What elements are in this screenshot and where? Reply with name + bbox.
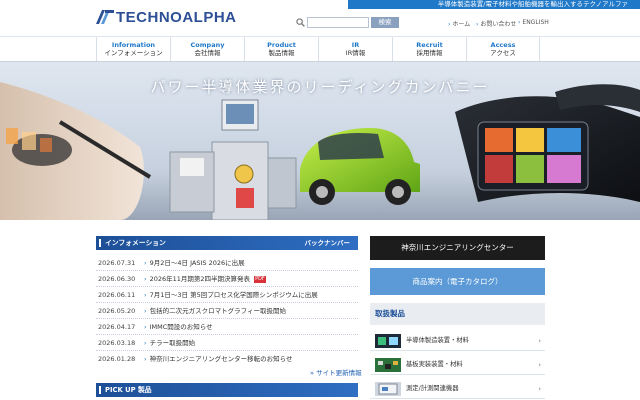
nav-jp-label: IR情報 bbox=[345, 49, 366, 57]
nav-en-label: IR bbox=[351, 41, 360, 49]
news-title[interactable]: 7月1日～3日 第5回プロセス化学国際シンポジウムに出展 bbox=[144, 287, 318, 303]
product-item-semiconductor[interactable]: 半導体製造装置・材料 › bbox=[370, 331, 545, 351]
measurement-thumbnail bbox=[375, 382, 401, 396]
double-chevron-icon: » bbox=[310, 369, 314, 377]
chevron-right-icon: › bbox=[538, 337, 541, 345]
nav-jp-label: 採用情報 bbox=[416, 49, 443, 57]
site-update-label: サイト更新情報 bbox=[316, 369, 362, 377]
news-title[interactable]: 神奈川エンジニアリングセンター移転のお知らせ bbox=[144, 351, 293, 367]
pickup-heading: PICK UP 製品 bbox=[96, 383, 358, 397]
nav-en-label: Access bbox=[490, 41, 516, 49]
nav-en-label: Company bbox=[190, 41, 225, 49]
product-item-measurement[interactable]: 測定/計測関連機器 › bbox=[370, 379, 545, 399]
nav-en-label: Information bbox=[111, 41, 156, 49]
pdf-badge: PDF bbox=[254, 275, 266, 283]
nav-jp-label: インフォメーション bbox=[104, 49, 163, 57]
news-date: 2026.06.30 bbox=[98, 275, 136, 283]
nav-en-label: Product bbox=[267, 41, 296, 49]
nav-recruit[interactable]: Recruit 採用情報 bbox=[392, 37, 466, 61]
catalog-button[interactable]: 商品案内（電子カタログ） bbox=[370, 268, 545, 295]
semiconductor-thumbnail bbox=[375, 334, 401, 348]
news-title[interactable]: チラー取扱開始 bbox=[144, 335, 196, 351]
news-date: 2026.04.17 bbox=[98, 323, 136, 331]
global-nav: Information インフォメーション Company 会社情報 Produ… bbox=[0, 36, 640, 62]
news-item[interactable]: 2026.06.30 2026年11月期第2四半期決算発表PDF bbox=[96, 271, 358, 287]
pickup-heading-label: PICK UP 製品 bbox=[105, 386, 152, 394]
news-title[interactable]: 9月2日～4日 JASIS 2026に出展 bbox=[144, 255, 245, 271]
home-link[interactable]: ホーム bbox=[448, 19, 470, 28]
chevron-right-icon: › bbox=[538, 385, 541, 393]
info-heading-label: インフォメーション bbox=[105, 239, 166, 247]
search-input[interactable] bbox=[307, 17, 369, 28]
search-icon bbox=[296, 18, 305, 27]
news-date: 2026.01.28 bbox=[98, 355, 136, 363]
nav-jp-label: アクセス bbox=[490, 49, 516, 57]
news-item[interactable]: 2026.05.20 包括的二次元ガスクロマトグラフィー取扱開始 bbox=[96, 303, 358, 319]
smt-thumbnail bbox=[375, 358, 401, 372]
header-tagline: 半導体製造装置/電子材料や船舶機器を輸出入するテクノアルファ bbox=[348, 0, 640, 9]
english-link[interactable]: ENGLISH bbox=[518, 19, 548, 26]
hero-banner: パワー半導体業界のリーディングカンパニー bbox=[0, 62, 640, 220]
site-logo[interactable]: TECHNOALPHA bbox=[96, 8, 237, 26]
news-date: 2026.05.20 bbox=[98, 307, 136, 315]
engineering-center-button[interactable]: 神奈川エンジニアリングセンター bbox=[370, 236, 545, 260]
nav-jp-label: 会社情報 bbox=[194, 49, 221, 57]
nav-en-label: Recruit bbox=[416, 41, 443, 49]
site-header: TECHNOALPHA 半導体製造装置/電子材料や船舶機器を輸出入するテクノアル… bbox=[0, 0, 640, 36]
news-item[interactable]: 2026.06.11 7月1日～3日 第5回プロセス化学国際シンポジウムに出展 bbox=[96, 287, 358, 303]
news-date: 2026.06.11 bbox=[98, 291, 136, 299]
news-title[interactable]: 2026年11月期第2四半期決算発表PDF bbox=[144, 271, 266, 287]
products-heading: 取扱製品 bbox=[370, 303, 545, 325]
news-date: 2026.03.18 bbox=[98, 339, 136, 347]
product-label: 半導体製造装置・材料 bbox=[406, 337, 469, 344]
back-number-link[interactable]: バックナンバー bbox=[305, 236, 351, 250]
contact-link[interactable]: お問い合わせ bbox=[476, 19, 516, 28]
news-item[interactable]: 2026.07.31 9月2日～4日 JASIS 2026に出展 bbox=[96, 255, 358, 271]
news-date: 2026.07.31 bbox=[98, 259, 136, 267]
hero-title: パワー半導体業界のリーディングカンパニー bbox=[150, 78, 490, 96]
search-button[interactable]: 検索 bbox=[371, 17, 399, 28]
nav-jp-label: 製品情報 bbox=[268, 49, 295, 57]
nav-information[interactable]: Information インフォメーション bbox=[96, 37, 170, 61]
news-title[interactable]: IMMC開設のお知らせ bbox=[144, 319, 213, 335]
logo-text: TECHNOALPHA bbox=[116, 8, 237, 26]
news-item[interactable]: 2026.01.28 神奈川エンジニアリングセンター移転のお知らせ bbox=[96, 351, 358, 367]
product-item-smt[interactable]: 基板実装装置・材料 › bbox=[370, 355, 545, 375]
news-item[interactable]: 2026.04.17 IMMC開設のお知らせ bbox=[96, 319, 358, 335]
product-label: 測定/計測関連機器 bbox=[406, 385, 459, 392]
nav-ir[interactable]: IR IR情報 bbox=[318, 37, 392, 61]
logo-mark-icon bbox=[96, 10, 114, 24]
nav-product[interactable]: Product 製品情報 bbox=[244, 37, 318, 61]
news-item[interactable]: 2026.03.18 チラー取扱開始 bbox=[96, 335, 358, 351]
nav-access[interactable]: Access アクセス bbox=[466, 37, 540, 61]
product-label: 基板実装装置・材料 bbox=[406, 361, 463, 368]
news-title-text: 2026年11月期第2四半期決算発表 bbox=[149, 275, 251, 283]
site-update-link[interactable]: » サイト更新情報 bbox=[310, 367, 362, 377]
nav-company[interactable]: Company 会社情報 bbox=[170, 37, 244, 61]
news-title[interactable]: 包括的二次元ガスクロマトグラフィー取扱開始 bbox=[144, 303, 286, 319]
info-heading: インフォメーション バックナンバー bbox=[96, 236, 358, 250]
chevron-right-icon: › bbox=[538, 361, 541, 369]
